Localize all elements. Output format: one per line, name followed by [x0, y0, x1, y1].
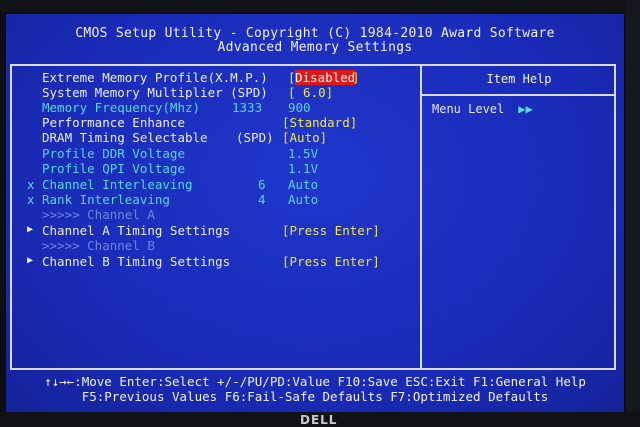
setting-value: 1.1V: [288, 161, 319, 176]
setting-label: Profile DDR Voltage: [42, 146, 185, 161]
section-label: >>>>> Channel B: [42, 238, 155, 253]
setting-secondary-value: 1333: [232, 100, 263, 115]
setting-row-memory-multiplier[interactable]: System Memory Multiplier (SPD) [ 6.0]: [20, 85, 420, 100]
setting-value[interactable]: [Auto]: [282, 130, 327, 145]
utility-title: CMOS Setup Utility - Copyright (C) 1984-…: [75, 26, 555, 41]
setting-value-close: ]: [352, 70, 360, 85]
setting-value: Auto: [288, 192, 319, 207]
setting-label: Profile QPI Voltage: [42, 161, 185, 176]
setting-row-rank-interleaving: x Rank Interleaving 4 Auto: [20, 192, 420, 207]
setting-row-dram-timing[interactable]: DRAM Timing Selectable (SPD) [Auto]: [20, 130, 420, 145]
setting-label: DRAM Timing Selectable: [42, 130, 208, 145]
section-header-channel-b: >>>>> Channel B: [20, 238, 420, 253]
page-title: Advanced Memory Settings: [217, 40, 413, 55]
setting-label: Extreme Memory Profile(X.M.P.): [42, 70, 268, 85]
setting-label: Rank Interleaving: [42, 192, 170, 207]
setting-secondary-value: 4: [258, 192, 266, 207]
setting-row-qpi-voltage: Profile QPI Voltage 1.1V: [20, 161, 420, 176]
setting-secondary-value: (SPD): [236, 130, 274, 145]
monitor-brand-logo: DELL: [300, 413, 338, 427]
setting-row-xmp[interactable]: Extreme Memory Profile(X.M.P.) [ Disable…: [20, 70, 420, 85]
item-help-title: Item Help: [486, 72, 552, 86]
setting-value[interactable]: [Press Enter]: [282, 254, 380, 269]
submenu-arrow-icon: ▶: [27, 255, 34, 266]
help-header-separator: [422, 94, 616, 96]
setting-row-memory-frequency: Memory Frequency(Mhz) 1333 900: [20, 100, 420, 115]
setting-label: Memory Frequency(Mhz): [42, 100, 201, 115]
setting-value-selected[interactable]: Disabled: [295, 70, 356, 85]
setting-secondary-value: 6: [258, 177, 266, 192]
setting-row-ddr-voltage: Profile DDR Voltage 1.5V: [20, 146, 420, 161]
setting-value[interactable]: [Standard]: [282, 115, 357, 130]
disabled-marker-icon: x: [27, 192, 35, 207]
help-divider: [420, 64, 422, 370]
setting-row-channel-interleaving: x Channel Interleaving 6 Auto: [20, 177, 420, 192]
menu-level-label: Menu Level: [432, 102, 505, 116]
section-header-channel-a: >>>>> Channel A: [20, 207, 420, 222]
section-label: >>>>> Channel A: [42, 207, 155, 222]
monitor-bezel-right: [626, 0, 640, 427]
setting-label: Channel A Timing Settings: [42, 223, 231, 238]
menu-level-indicator: Menu Level ▶▶: [432, 102, 533, 116]
disabled-marker-icon: x: [27, 177, 35, 192]
setting-label: Channel B Timing Settings: [42, 254, 231, 269]
setting-label: Performance Enhance: [42, 115, 185, 130]
key-help-line-1: ↑↓→←:Move Enter:Select +/-/PU/PD:Value F…: [44, 374, 586, 389]
setting-label: Channel Interleaving: [42, 177, 193, 192]
setting-value: 900: [288, 100, 311, 115]
bios-screen: CMOS Setup Utility - Copyright (C) 1984-…: [6, 14, 624, 412]
submenu-arrow-icon: ▶: [27, 224, 34, 235]
submenu-channel-a-timing[interactable]: ▶ Channel A Timing Settings [Press Enter…: [20, 223, 420, 238]
menu-level-arrows-icon: ▶▶: [518, 102, 533, 116]
submenu-channel-b-timing[interactable]: ▶ Channel B Timing Settings [Press Enter…: [20, 254, 420, 269]
setting-value: 1.5V: [288, 146, 319, 161]
setting-value[interactable]: [Press Enter]: [282, 223, 380, 238]
setting-row-performance-enhance[interactable]: Performance Enhance [Standard]: [20, 115, 420, 130]
setting-label: System Memory Multiplier (SPD): [42, 85, 268, 100]
setting-value[interactable]: [ 6.0]: [288, 85, 333, 100]
setting-value: Auto: [288, 177, 319, 192]
monitor-bezel-top: [0, 0, 640, 12]
key-help-line-2: F5:Previous Values F6:Fail-Safe Defaults…: [81, 389, 549, 404]
